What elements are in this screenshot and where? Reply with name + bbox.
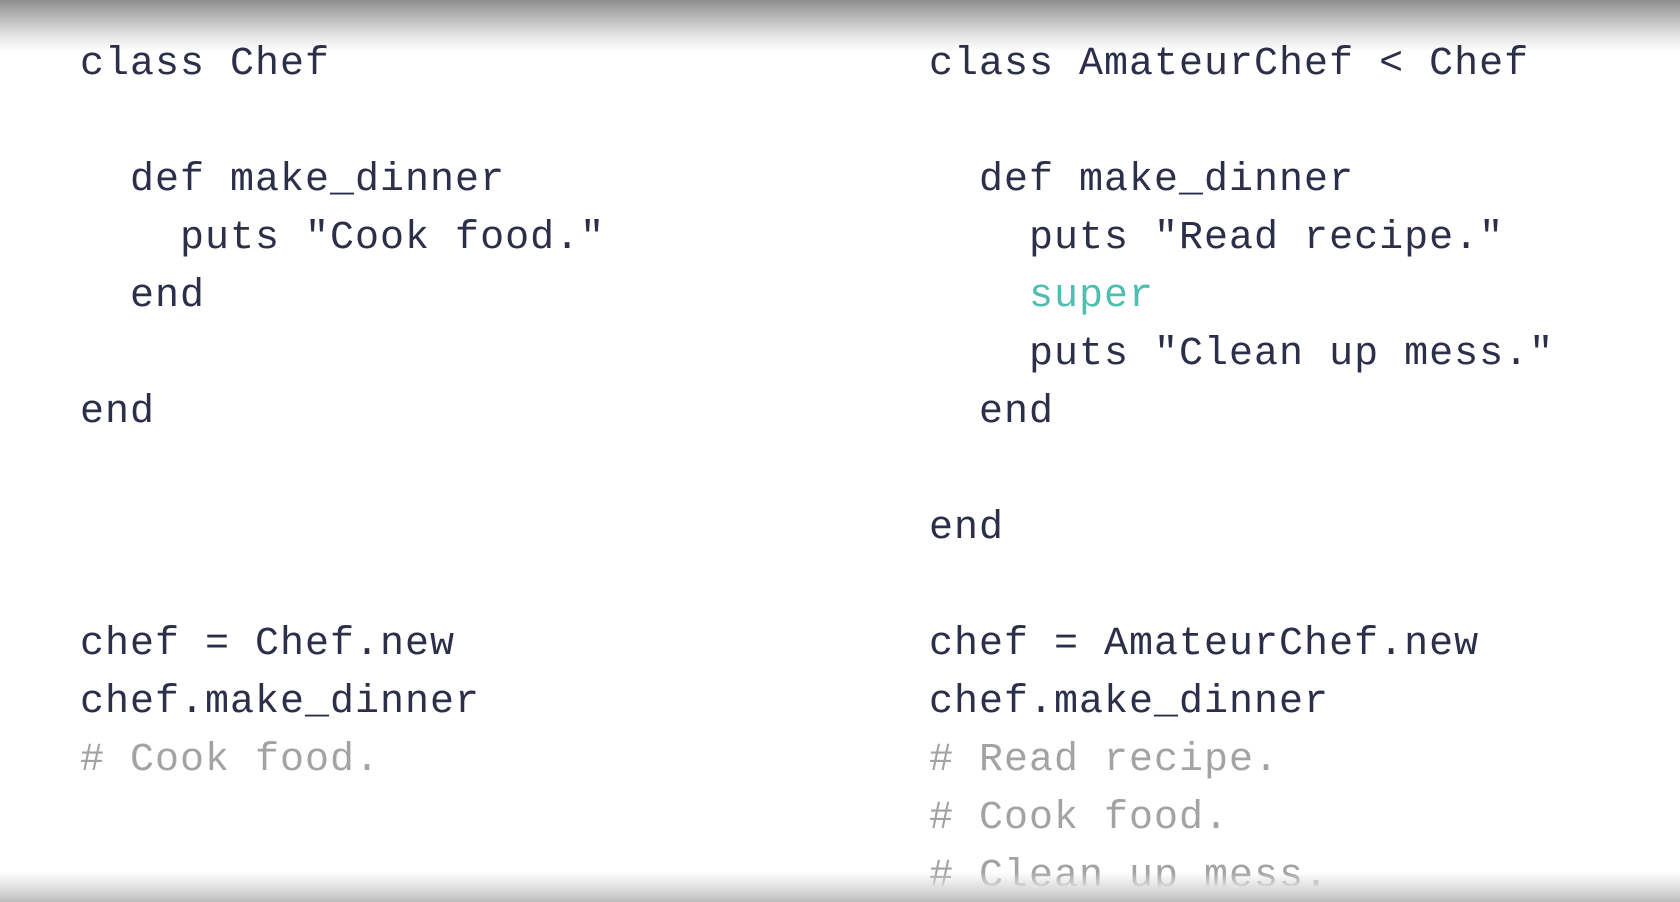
right-code-panel: class AmateurChef < Chef def make_dinner… xyxy=(929,36,1554,902)
code-line-make-dinner-call: chef.make_dinner xyxy=(80,680,481,725)
code-line-puts-clean: puts "Clean up mess." xyxy=(929,332,1555,377)
code-line-end-class: end xyxy=(80,390,156,435)
code-line-end-def: end xyxy=(929,390,1055,435)
code-line-super: super xyxy=(929,274,1155,319)
code-line-puts-read: puts "Read recipe." xyxy=(929,216,1505,261)
code-line-comment-read: # Read recipe. xyxy=(929,738,1280,783)
code-line-comment-cook: # Cook food. xyxy=(80,738,381,783)
code-line-class-decl: class AmateurChef < Chef xyxy=(929,42,1530,87)
code-line-end-def: end xyxy=(80,274,206,319)
code-line-chef-new: chef = AmateurChef.new xyxy=(929,622,1480,667)
code-line-def: def make_dinner xyxy=(929,158,1355,203)
code-line-puts-cook: puts "Cook food." xyxy=(80,216,606,261)
left-code-panel: class Chef def make_dinner puts "Cook fo… xyxy=(80,36,605,790)
code-line-comment-cook: # Cook food. xyxy=(929,796,1230,841)
bottom-shadow xyxy=(0,872,1680,902)
code-line-class-decl: class Chef xyxy=(80,42,331,87)
code-line-chef-new: chef = Chef.new xyxy=(80,622,456,667)
code-line-end-class: end xyxy=(929,506,1005,551)
code-line-make-dinner-call: chef.make_dinner xyxy=(929,680,1330,725)
code-line-def: def make_dinner xyxy=(80,158,506,203)
